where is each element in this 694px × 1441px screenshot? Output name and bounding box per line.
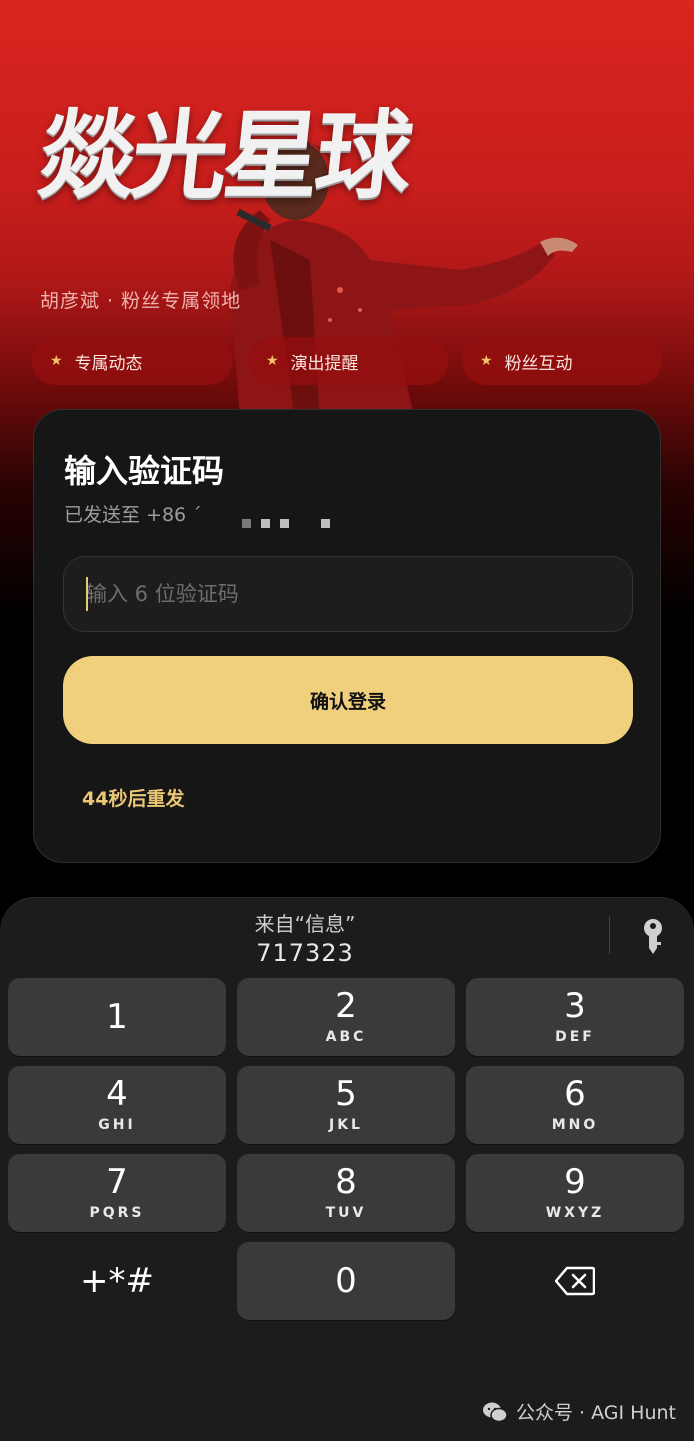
key-9[interactable]: 9 WXYZ xyxy=(466,1154,684,1232)
star-icon: ★ xyxy=(266,353,279,369)
brand-logo-title: 燚光星球 xyxy=(34,99,414,212)
divider xyxy=(609,916,610,954)
feature-pill-reminders: ★ 演出提醒 xyxy=(248,337,448,385)
key-2[interactable]: 2 ABC xyxy=(237,978,455,1056)
resend-countdown: 44秒后重发 xyxy=(82,788,185,810)
verification-code-input[interactable] xyxy=(63,556,633,632)
key-1[interactable]: 1 xyxy=(8,978,226,1056)
suggestion-source: 来自“信息” xyxy=(254,912,356,936)
feature-pills: ★ 专属动态 ★ 演出提醒 ★ 粉丝互动 xyxy=(32,337,664,387)
key-7[interactable]: 7 PQRS xyxy=(8,1154,226,1232)
feature-pill-updates: ★ 专属动态 xyxy=(32,337,232,385)
feature-pill-interaction: ★ 粉丝互动 xyxy=(462,337,662,385)
feature-pill-label: 粉丝互动 xyxy=(504,353,573,374)
feature-pill-label: 专属动态 xyxy=(74,353,143,374)
backspace-icon xyxy=(555,1266,595,1296)
card-heading: 输入验证码 xyxy=(64,452,225,490)
key-6[interactable]: 6 MNO xyxy=(466,1066,684,1144)
text-caret xyxy=(86,577,88,611)
delete-key[interactable] xyxy=(466,1242,684,1320)
key-symbols[interactable]: +*# xyxy=(8,1242,226,1320)
autofill-suggestion[interactable]: 来自“信息” 717323 xyxy=(0,908,610,967)
key-0[interactable]: 0 xyxy=(237,1242,455,1320)
numeric-keyboard: 来自“信息” 717323 1 2 ABC 3 DEF 4 GHI 5 JKL … xyxy=(0,897,694,1441)
key-3[interactable]: 3 DEF xyxy=(466,978,684,1056)
feature-pill-label: 演出提醒 xyxy=(290,353,359,374)
suggestion-code: 717323 xyxy=(256,939,354,967)
key-4[interactable]: 4 GHI xyxy=(8,1066,226,1144)
watermark: 公众号 · AGI Hunt xyxy=(482,1398,676,1425)
star-icon: ★ xyxy=(50,353,63,369)
watermark-text: 公众号 · AGI Hunt xyxy=(516,1402,676,1424)
hero-subtitle: 胡彦斌 · 粉丝专属领地 xyxy=(40,290,242,312)
masked-phone-number xyxy=(242,513,340,532)
key-8[interactable]: 8 TUV xyxy=(237,1154,455,1232)
verification-card: 输入验证码 已发送至 +86 ´ 确认登录 44秒后重发 xyxy=(33,409,661,863)
wechat-icon xyxy=(483,1402,508,1422)
key-5[interactable]: 5 JKL xyxy=(237,1066,455,1144)
star-icon: ★ xyxy=(480,353,493,369)
password-key-icon[interactable] xyxy=(640,918,666,958)
confirm-login-button[interactable]: 确认登录 xyxy=(63,656,633,744)
sent-to-text: 已发送至 +86 ´ xyxy=(64,504,202,526)
